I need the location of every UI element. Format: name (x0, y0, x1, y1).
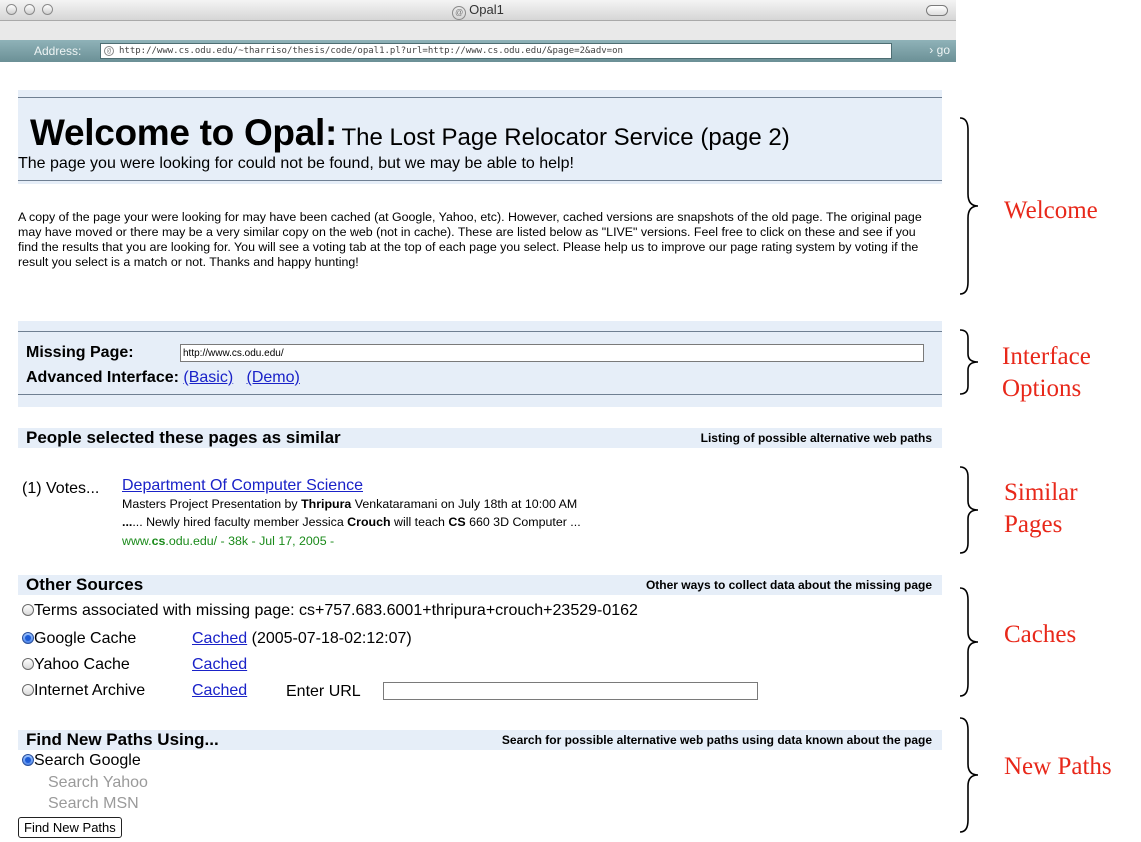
result-snippet-2: ...... Newly hired faculty member Jessic… (122, 515, 581, 529)
similar-pages-title: People selected these pages as similar (26, 428, 341, 447)
url-text: .odu.edu/ - 38k - Jul 17, 2005 - (165, 534, 335, 548)
window-title: @ Opal1 (0, 2, 956, 20)
new-paths-brace-icon (959, 717, 979, 833)
page-title: Welcome to Opal: The Lost Page Relocator… (30, 112, 790, 154)
similar-brace-icon (959, 466, 979, 554)
terms-radio[interactable] (22, 604, 34, 616)
search-google-radio[interactable] (22, 754, 34, 766)
other-sources-header: Other Sources Other ways to collect data… (18, 575, 942, 595)
archive-cached-link[interactable]: Cached (192, 682, 247, 699)
intro-paragraph: A copy of the page your were looking for… (18, 210, 922, 269)
snippet-text: Venkataramani on July 18th at 10:00 AM (351, 497, 578, 511)
toolbar-toggle-button[interactable] (926, 5, 948, 16)
similar-pages-caption: Listing of possible alternative web path… (700, 431, 932, 445)
divider (18, 394, 942, 395)
missing-page-label-text: Missing Page: (26, 344, 134, 361)
caches-brace-icon (959, 587, 979, 697)
google-cache-label: Google Cache (34, 630, 137, 647)
basic-link[interactable]: (Basic) (183, 369, 233, 386)
divider (18, 97, 942, 98)
internet-archive-label: Internet Archive (34, 682, 146, 699)
archive-link-row: Cached (192, 682, 247, 700)
search-msn-option: Search MSN (48, 795, 139, 812)
go-label: go (936, 43, 950, 57)
toolbar-area (0, 21, 956, 41)
snippet-highlight: CS (448, 515, 466, 529)
address-url: http://www.cs.odu.edu/~tharriso/thesis/c… (119, 46, 623, 56)
snippet-text: Masters Project Presentation by (122, 497, 302, 511)
search-yahoo-option: Search Yahoo (48, 774, 148, 791)
advanced-interface-label: Advanced Interface: (26, 369, 179, 386)
result-votes: (1) Votes... (22, 480, 100, 497)
web-page-icon: @ (104, 46, 114, 56)
google-cache-link-row: Cached (2005-07-18-02:12:07) (192, 630, 412, 648)
google-cached-link[interactable]: Cached (192, 630, 247, 647)
welcome-subtitle: The page you were looking for could not … (18, 155, 574, 172)
divider (18, 331, 942, 332)
snippet-text: ... Newly hired faculty member Jessica (132, 515, 348, 529)
other-sources-caption: Other ways to collect data about the mis… (645, 578, 932, 592)
search-google-option[interactable]: Search Google (22, 752, 141, 770)
google-cache-date: (2005-07-18-02:12:07) (251, 630, 412, 647)
similar-annotation-line1: Similar (1004, 479, 1078, 506)
result-snippet-1: Masters Project Presentation by Thripura… (122, 497, 577, 511)
snippet-text: 660 3D Computer ... (465, 515, 581, 529)
new-paths-caption: Search for possible alternative web path… (501, 733, 932, 747)
caches-annotation: Caches (1004, 621, 1077, 648)
enter-url-label: Enter URL (286, 683, 361, 700)
snippet-text: will teach (390, 515, 449, 529)
address-bar: Address: @ http://www.cs.odu.edu/~tharri… (0, 40, 956, 62)
welcome-annotation: Welcome (1004, 197, 1098, 224)
google-cache-option[interactable]: Google Cache (22, 630, 136, 648)
welcome-brace-icon (959, 117, 979, 295)
yahoo-cache-radio[interactable] (22, 658, 34, 670)
internet-archive-option[interactable]: Internet Archive (22, 682, 145, 700)
yahoo-cache-link-row: Cached (192, 656, 247, 674)
find-new-paths-button[interactable]: Find New Paths (18, 817, 122, 838)
url-highlight: cs (151, 534, 166, 548)
missing-page-label: Missing Page: (26, 344, 134, 362)
advanced-interface-row: Advanced Interface: (Basic) (Demo) (26, 369, 300, 387)
demo-link[interactable]: (Demo) (247, 369, 300, 386)
go-button[interactable]: › go (929, 43, 950, 57)
page-title-main: Welcome to Opal: (30, 112, 338, 153)
interface-annotation-line2: Options (1002, 375, 1082, 402)
interface-brace-icon (959, 329, 979, 395)
yahoo-cache-label: Yahoo Cache (34, 656, 130, 673)
window-title-text: Opal1 (469, 2, 504, 17)
yahoo-cache-option[interactable]: Yahoo Cache (22, 656, 130, 674)
snippet-highlight: Thripura (301, 497, 352, 511)
new-paths-annotation: New Paths (1004, 753, 1112, 780)
terms-label: Terms associated with missing page: cs+7… (34, 602, 638, 619)
google-cache-radio[interactable] (22, 632, 34, 644)
similar-annotation-line2: Pages (1004, 511, 1063, 538)
result-title-link[interactable]: Department Of Computer Science (122, 477, 363, 495)
url-text: www. (122, 534, 152, 548)
page-title-sub: The Lost Page Relocator Service (page 2) (341, 124, 790, 151)
similar-pages-header: People selected these pages as similar L… (18, 428, 942, 448)
terms-option[interactable]: Terms associated with missing page: cs+7… (22, 602, 638, 620)
new-paths-title: Find New Paths Using... (26, 730, 219, 749)
other-sources-title: Other Sources (26, 575, 144, 594)
result-url: www.cs.odu.edu/ - 38k - Jul 17, 2005 - (122, 534, 334, 548)
web-page-icon: @ (452, 6, 467, 20)
yahoo-cached-link[interactable]: Cached (192, 656, 247, 673)
interface-annotation-line1: Interface (1002, 343, 1091, 370)
search-google-label: Search Google (34, 752, 141, 769)
new-paths-header: Find New Paths Using... Search for possi… (18, 730, 942, 750)
divider (18, 180, 942, 181)
internet-archive-radio[interactable] (22, 684, 34, 696)
window-titlebar: @ Opal1 (0, 0, 956, 21)
missing-page-input[interactable] (180, 344, 924, 362)
snippet-highlight: Crouch (347, 515, 391, 529)
address-label: Address: (34, 44, 82, 58)
address-input[interactable]: @ http://www.cs.odu.edu/~tharriso/thesis… (100, 43, 892, 59)
archive-url-input[interactable] (383, 682, 758, 700)
